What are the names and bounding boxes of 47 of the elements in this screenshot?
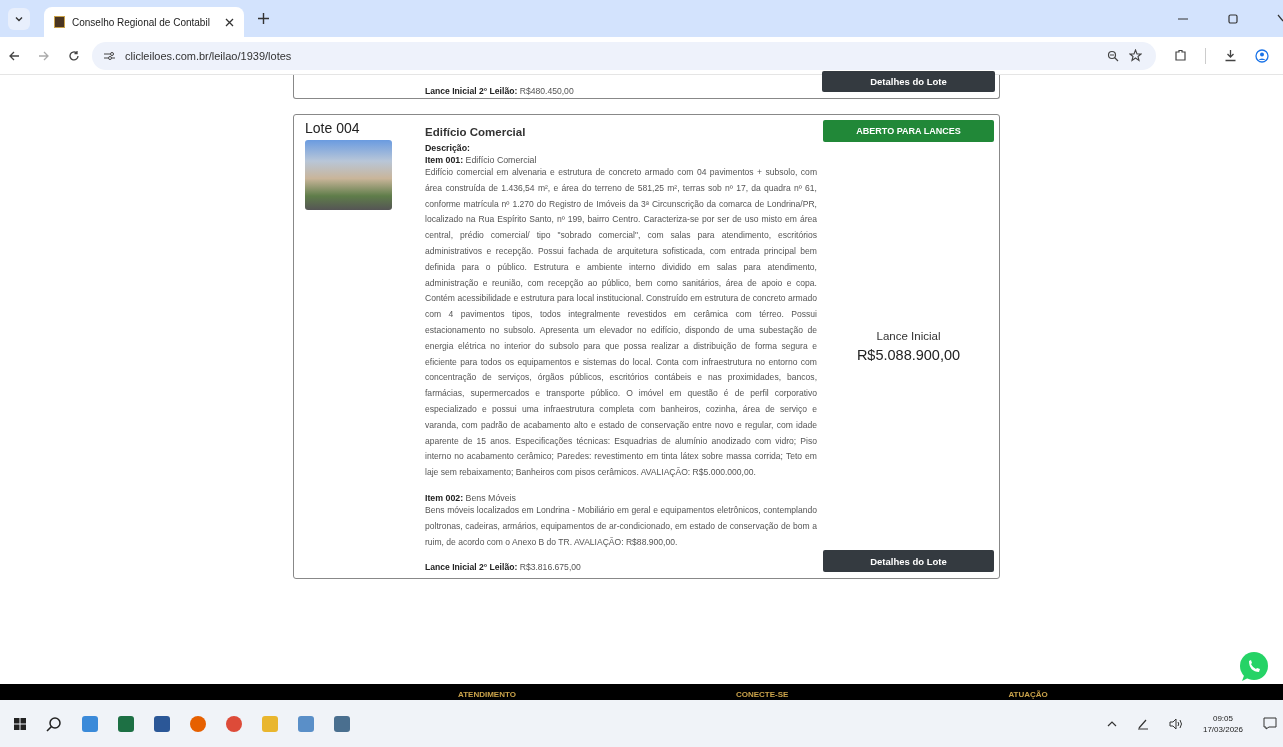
calculator-icon[interactable] [334,715,350,732]
start-icon[interactable] [14,717,26,730]
initial-bid-label: Lance Inicial [875,329,942,342]
item-description: Bens móveis localizados em Londrina - Mobiliário em geral e equipamentos eletrônicos, contemplando poltronas, cadeiras, armários, equipamentos de ar-condicionado, em estado de conservação de bom a ruim, de acordo com o Anexo B do TR. AVALIAÇÃO: R$88.900,00. [425,503,817,549]
document-icon[interactable] [154,715,170,732]
app-icon[interactable] [298,715,314,732]
reload-icon[interactable] [68,49,80,62]
item-heading: Item 001: Edifício Comercial [425,155,538,165]
footer-heading: ATENDIMENTO [458,690,516,700]
search-icon[interactable] [46,715,62,732]
back-icon[interactable] [8,49,20,62]
speaker-icon[interactable] [1168,717,1183,730]
second-auction-bid: Lance Inicial 2° Leilão: R$480.450,00 [425,86,574,96]
site-favicon-icon [54,16,65,28]
tab-list-icon[interactable] [8,7,30,30]
extensions-icon[interactable] [1174,49,1187,62]
site-settings-icon[interactable] [104,50,115,61]
item-description: Edifício comercial em alvenaria e estrutura de concreto armado com 04 pavimentos + subsolo, com área construída de 1.436,54 m², e área do terreno de 581,25 m², terras sob nº 17, da quadra nº 61, conforme matrícula nº 1.270 do Registro de Imóveis da 3ª Circunscrição da comarca de Londrina/PR, localizado na Rua Espírito Santo, nº 199, bairro Centro. Caracteriza-se por ser de uso misto em área central, prédio comercial/ tipo "sobrado comercial", com salas para atendimento, escritórios administrativos e recepção. Possui fachada de arquitetura sofisticada, com entrada principal bem definida para o público. Estrutura e ambiente interno dividido em salas para atendimento, administração e reunião, com recepção ao público, bem como sanitários, área de apoio e copa. Contém acessibilidade e estrutura para local institucional. Construído em estrutura de concreto armado com 4 pavimentos tipos, todos integralmente revestidos em cerâmica com térreo. Possui estacionamento no subsolo. Apresenta um elevador no edifício, dispondo de uma subestação de energia elétrica no interior do subsolo para que possa realizar a distribuição de forma segura e eficiente para todos os equipamentos e sistemas do local. Conta com infraestrutura no entorno com concentração de serviços, órgãos públicos, escritórios contábeis e nas proximidades, bancos, farmácias, supermercados e transporte público. O imóvel em questão é de perfil corporativo especializado e possui uma infraestrutura completa com banheiros, cozinha, área de serviço e varanda, com padrão de acabamento alto e estado de conservação entre novo e regular, com idade aparente de 15 anos. Especificações técnicas: Esquadrias de alumínio anodizado com vidro; Piso interno no acabamento cerâmico; Paredes: revestimento em tinta látex sobre massa corrida; Teto em laje sem rebaixamento; Banheiros com pisos cerâmicos. AVALIAÇÃO: R$5.000.000,00. [425,166,817,480]
footer-heading: CONECTE-SE [735,690,789,700]
browser-icon[interactable] [190,715,206,732]
status-badge: ABERTO PARA LANCES [823,120,994,142]
pen-icon[interactable] [1136,717,1149,730]
initial-bid-value: R$5.088.900,00 [855,346,962,363]
address-bar[interactable]: clicleiloes.com.br/leilao/1939/lotes [92,41,1156,70]
file-manager-icon[interactable] [82,715,98,732]
spreadsheet-icon[interactable] [118,715,134,732]
browser-icon[interactable] [226,715,242,732]
lot-details-button[interactable]: Detalhes do Lote [823,550,994,573]
download-icon[interactable] [1224,49,1237,62]
lot-details-button[interactable]: Detalhes do Lote [822,71,995,92]
lot-title: Edifício Comercial [425,126,527,138]
url-text: clicleiloes.com.br/leilao/1939/lotes [125,49,292,62]
clock-date: 17/03/2026 [1202,724,1243,734]
item-heading: Item 002: Bens Móveis [425,492,517,503]
browser-tab[interactable]: Conselho Regional de Contabil [44,7,244,37]
clock-time: 09:05 [1212,713,1233,723]
star-icon[interactable] [1129,49,1142,62]
close-icon[interactable] [225,17,234,27]
profile-icon[interactable] [1255,48,1269,63]
lot-number: Lote 004 [305,120,361,136]
restore-icon[interactable] [1227,12,1239,25]
second-auction-bid: Lance Inicial 2° Leilão: R$3.816.675,00 [425,562,582,573]
notifications-icon[interactable] [1263,717,1277,730]
description-label: Descrição: [425,143,471,153]
new-tab-icon[interactable] [258,13,269,24]
footer-heading: ATUAÇÃO [1008,690,1048,700]
zoom-out-icon[interactable] [1107,49,1119,62]
